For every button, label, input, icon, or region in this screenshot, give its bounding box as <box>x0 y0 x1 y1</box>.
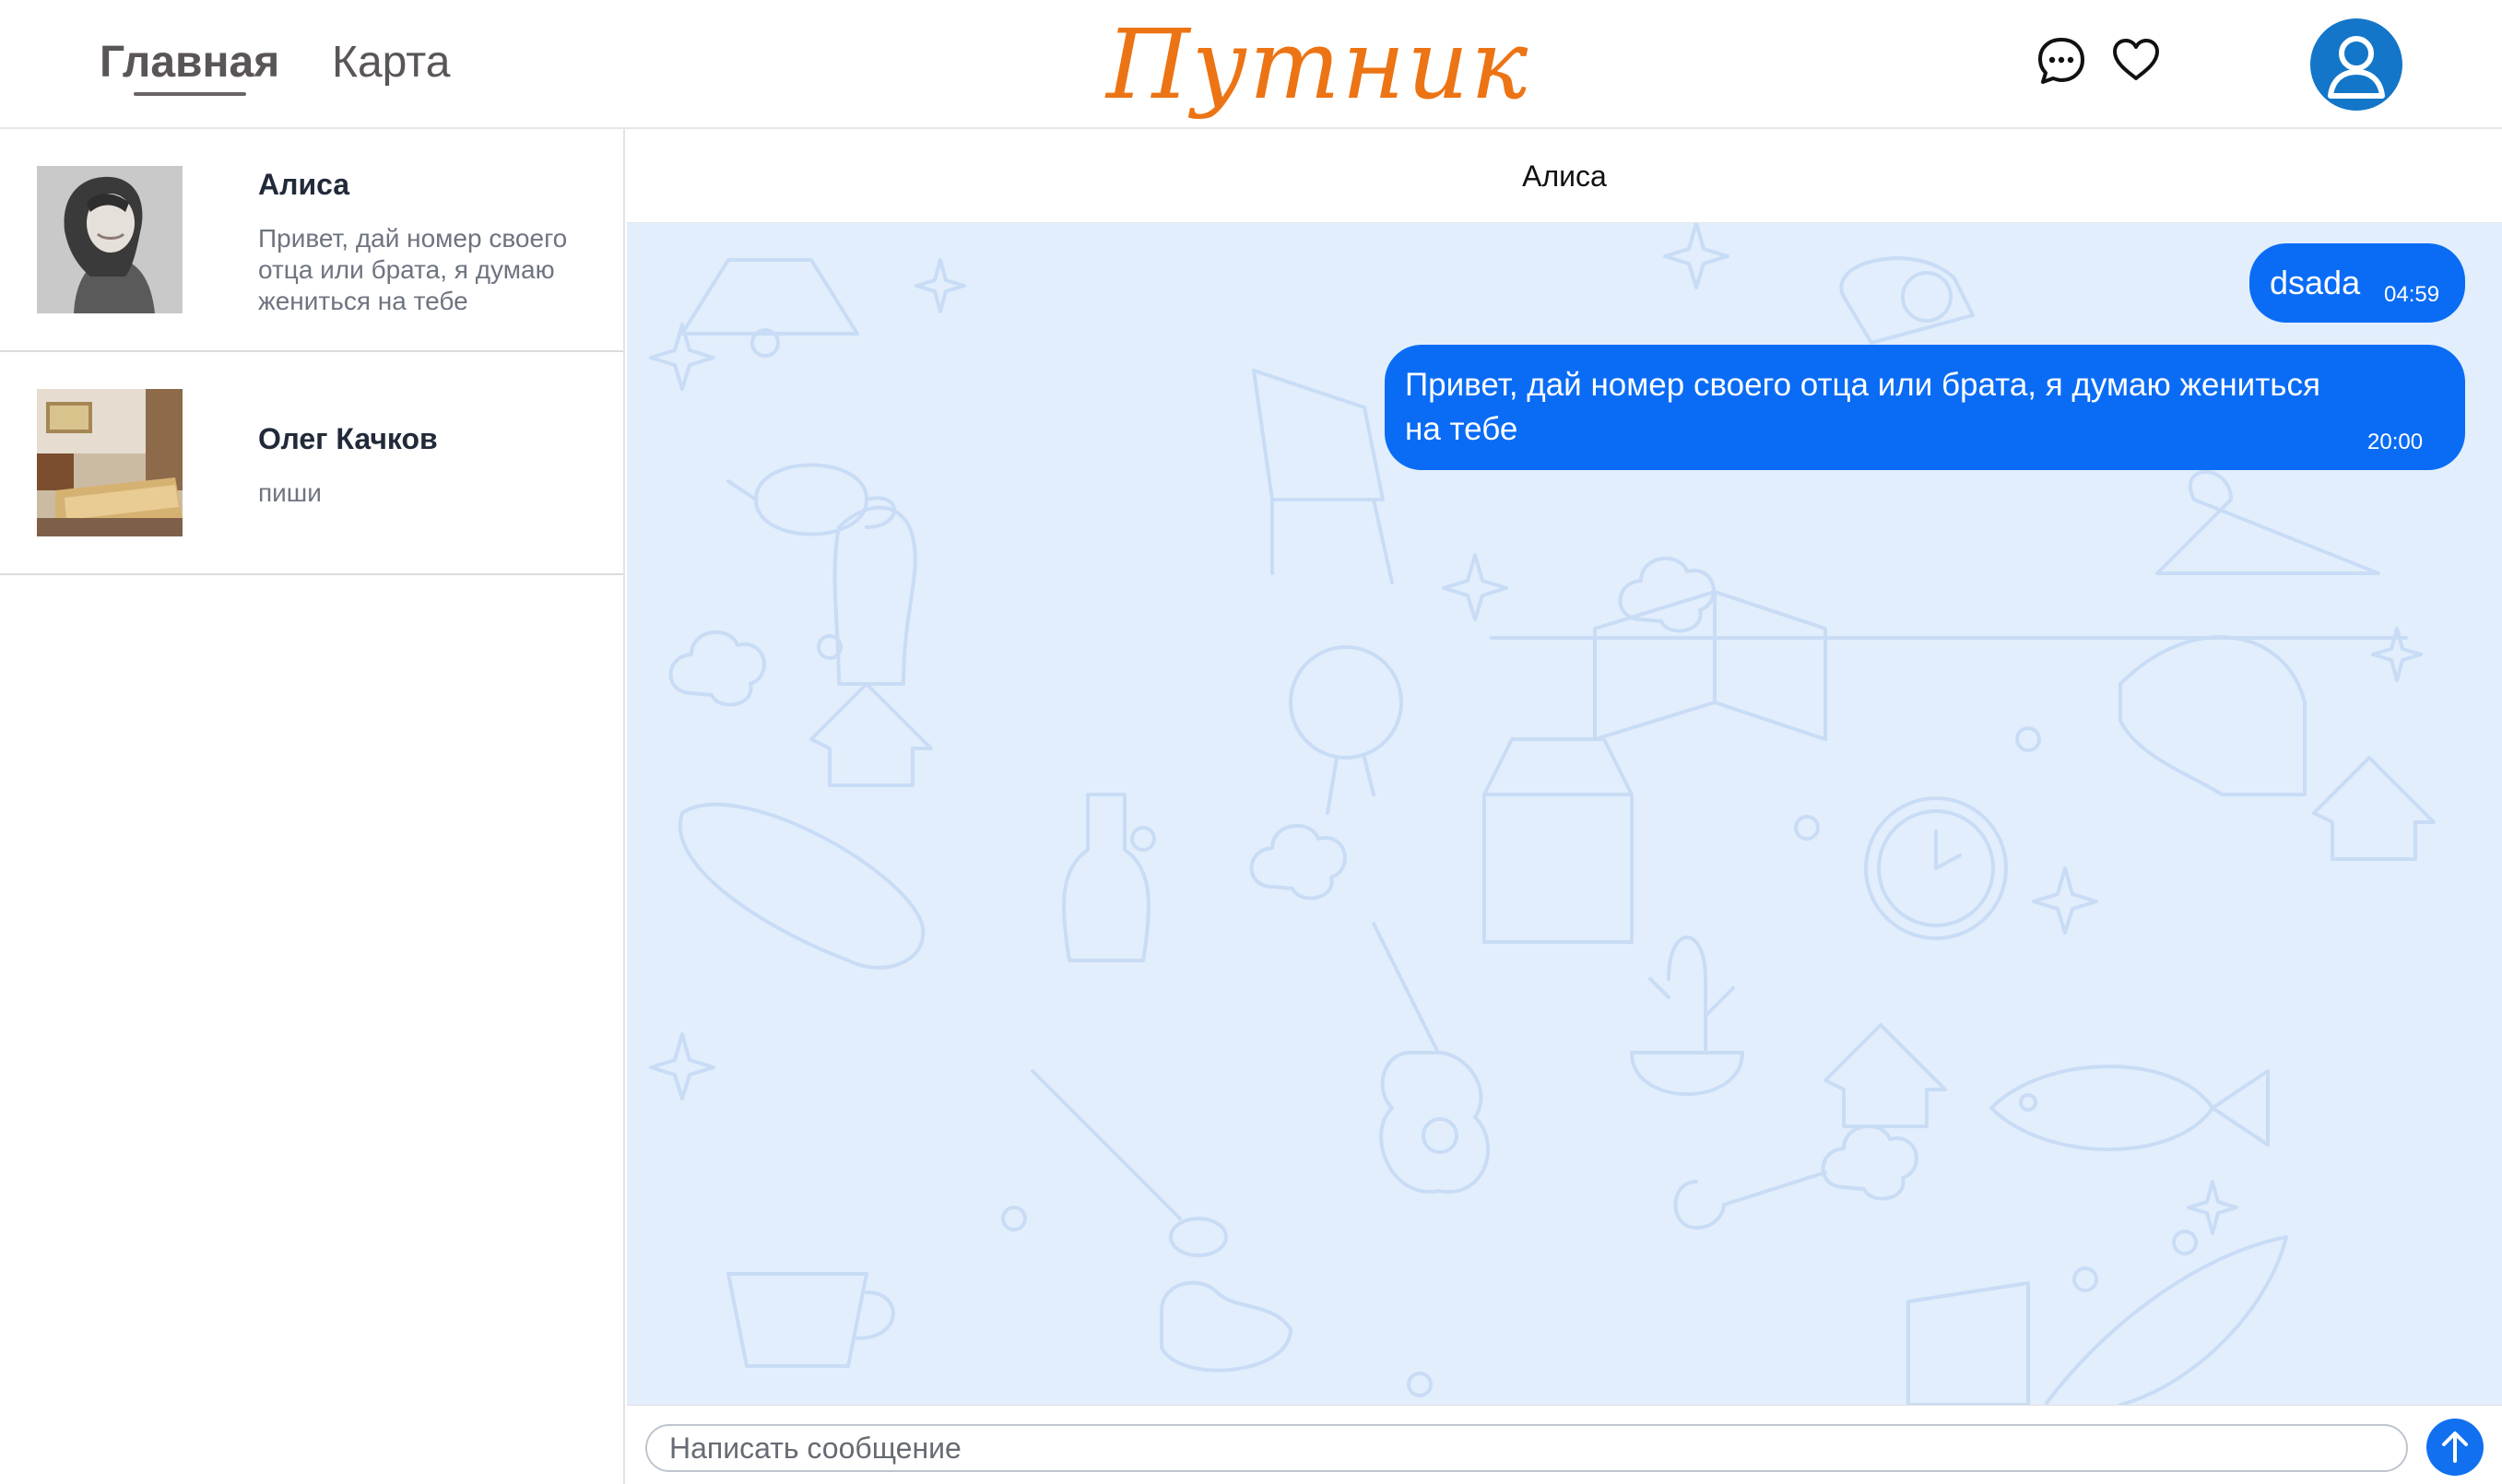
conversation-item[interactable]: Алиса Привет, дай номер своего отца или … <box>0 129 623 352</box>
message-bubble[interactable]: dsada 04:59 <box>2249 243 2465 323</box>
conversation-thumbnail <box>37 166 183 313</box>
conversation-thumbnail <box>37 389 183 536</box>
message-time: 20:00 <box>2367 430 2424 454</box>
chat-title: Алиса <box>1522 159 1607 193</box>
nav-home-link[interactable]: Главная <box>100 37 279 88</box>
message-bubble[interactable]: Привет, дай номер своего отца или брата,… <box>1385 345 2465 470</box>
chat-panel: Алиса dsada 04:59 Привет, дай номер свое… <box>627 129 2502 1484</box>
conversation-item[interactable]: Олег Качков пиши <box>0 352 623 575</box>
conversation-preview: Привет, дай номер своего отца или брата,… <box>258 224 568 315</box>
nav-map-link[interactable]: Карта <box>332 37 450 88</box>
message-time: 04:59 <box>2384 282 2440 307</box>
heart-icon[interactable] <box>2111 37 2161 83</box>
message-text: dsada <box>2270 264 2361 301</box>
send-button[interactable] <box>2426 1419 2484 1476</box>
message-text: Привет, дай номер своего отца или брата,… <box>1405 367 2320 447</box>
user-avatar-icon[interactable] <box>2310 18 2402 111</box>
chat-icon[interactable] <box>2036 35 2087 87</box>
conversation-preview: пиши <box>258 478 322 507</box>
arrow-up-icon <box>2442 1431 2468 1463</box>
conversation-list: Алиса Привет, дай номер своего отца или … <box>0 129 625 1484</box>
brand-logo[interactable]: Путник <box>1106 0 1529 129</box>
conversation-name: Алиса <box>258 168 350 201</box>
conversation-name: Олег Качков <box>258 422 438 455</box>
chat-header: Алиса <box>627 129 2502 223</box>
message-input[interactable] <box>645 1424 2408 1472</box>
chat-messages-area[interactable]: dsada 04:59 Привет, дай номер своего отц… <box>627 223 2502 1405</box>
message-composer <box>627 1405 2502 1484</box>
top-navbar: Главная Карта Путник <box>0 0 2502 129</box>
nav-active-underline <box>134 92 246 96</box>
